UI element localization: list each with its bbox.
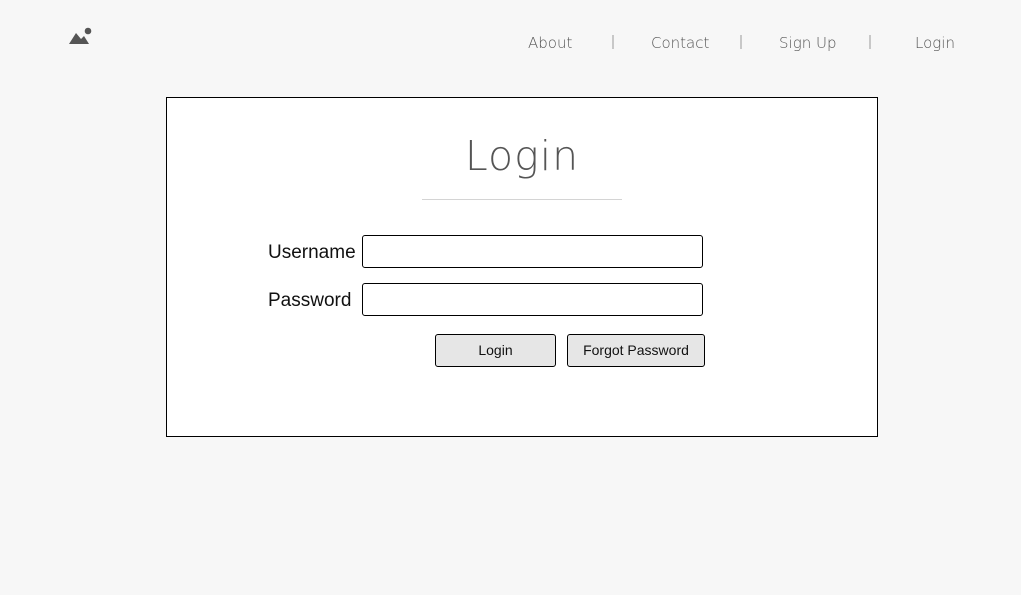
nav-link-login[interactable]: Login (915, 34, 955, 52)
nav-divider (740, 35, 742, 49)
username-label: Username (268, 242, 356, 263)
login-title: Login (464, 132, 580, 180)
nav-divider (869, 35, 871, 49)
nav-link-about[interactable]: About (528, 34, 572, 52)
page: About Contact Sign Up Login Login Userna… (0, 0, 1021, 595)
nav-link-contact[interactable]: Contact (651, 34, 709, 52)
password-input[interactable] (362, 283, 703, 316)
forgot-password-button[interactable]: Forgot Password (567, 334, 705, 367)
top-nav: About Contact Sign Up Login (0, 32, 1021, 56)
username-input[interactable] (362, 235, 703, 268)
nav-divider (612, 35, 614, 49)
login-button[interactable]: Login (435, 334, 556, 367)
login-card: Login Username Password Login Forgot Pas… (166, 97, 878, 437)
nav-link-sign-up[interactable]: Sign Up (779, 34, 836, 52)
title-divider (422, 199, 622, 200)
password-label: Password (268, 290, 352, 311)
